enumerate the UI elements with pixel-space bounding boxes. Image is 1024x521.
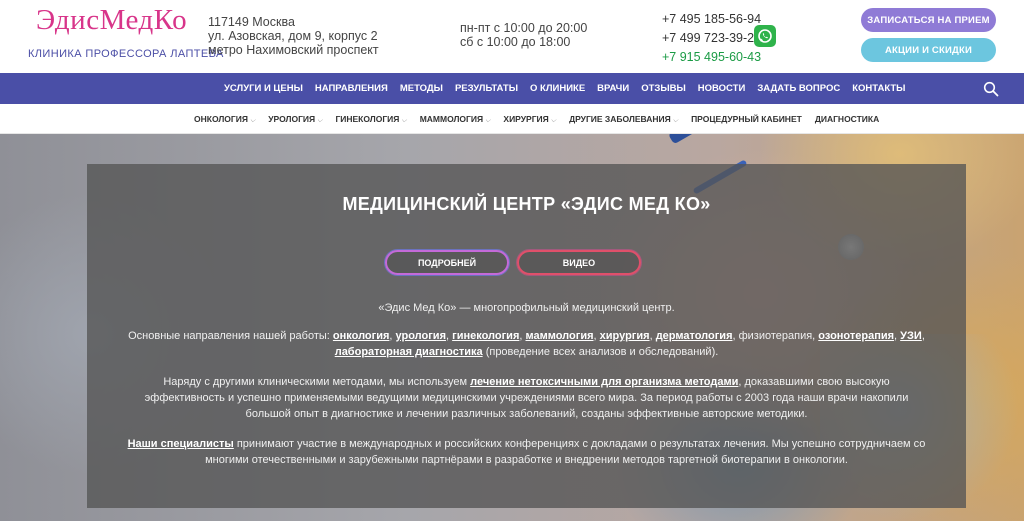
- subnav-item-procedure-room[interactable]: ПРОЦЕДУРНЫЙ КАБИНЕТ: [691, 114, 802, 124]
- link-dermatology[interactable]: дерматология: [656, 330, 733, 342]
- nav-item-contacts[interactable]: КОНТАКТЫ: [852, 83, 905, 94]
- site-tagline: КЛИНИКА ПРОФЕССОРА ЛАПТЕВА: [28, 48, 224, 60]
- phone-number-whatsapp[interactable]: +7 915 495-60-43: [662, 48, 761, 67]
- site-logo[interactable]: ЭдисМедКо: [36, 4, 187, 37]
- nav-item-services[interactable]: УСЛУГИ И ЦЕНЫ: [224, 83, 303, 94]
- link-mammology[interactable]: маммология: [526, 330, 594, 342]
- address-line: ул. Азовская, дом 9, корпус 2: [208, 29, 378, 43]
- promotions-button[interactable]: АКЦИИ И СКИДКИ: [861, 38, 996, 62]
- phone-number[interactable]: +7 495 185-56-94: [662, 10, 761, 29]
- working-hours: пн-пт с 10:00 до 20:00 сб с 10:00 до 18:…: [460, 21, 587, 49]
- hero-overlay-panel: МЕДИЦИНСКИЙ ЦЕНТР «ЭДИС МЕД КО» ПОДРОБНЕ…: [87, 164, 966, 508]
- phone-number[interactable]: +7 499 723-39-28: [662, 29, 761, 48]
- chevron-down-icon: ⌵: [550, 116, 557, 124]
- link-urology[interactable]: урология: [396, 330, 446, 342]
- text-fragment: Наряду с другими клиническими методами, …: [163, 376, 471, 388]
- text-fragment: Основные направления нашей работы:: [128, 330, 333, 342]
- link-lab-diagnostics[interactable]: лабораторная диагностика: [335, 346, 483, 358]
- link-ultrasound[interactable]: УЗИ: [900, 330, 922, 342]
- search-icon[interactable]: [983, 81, 999, 97]
- link-specialists[interactable]: Наши специалисты: [128, 438, 234, 450]
- intro-text: «Эдис Мед Ко» — многопрофильный медицинс…: [378, 302, 675, 314]
- subnav-item-diagnostics[interactable]: ДИАГНОСТИКА: [815, 114, 879, 124]
- nav-item-news[interactable]: НОВОСТИ: [698, 83, 746, 94]
- subnav-item-surgery[interactable]: ХИРУРГИЯ ⌵: [503, 114, 556, 125]
- text-fragment: , физиотерапия,: [732, 330, 819, 342]
- video-button[interactable]: ВИДЕО: [517, 250, 641, 275]
- appointment-button[interactable]: ЗАПИСАТЬСЯ НА ПРИЕМ: [861, 8, 996, 32]
- nav-item-directions[interactable]: НАПРАВЛЕНИЯ: [315, 83, 388, 94]
- hours-line: сб с 10:00 до 18:00: [460, 35, 571, 49]
- link-ozone-therapy[interactable]: озонотерапия: [818, 330, 894, 342]
- subnav-item-gynecology[interactable]: ГИНЕКОЛОГИЯ ⌵: [335, 114, 406, 125]
- chevron-down-icon: ⌵: [249, 116, 256, 124]
- nav-item-results[interactable]: РЕЗУЛЬТАТЫ: [455, 83, 518, 94]
- whatsapp-icon[interactable]: [754, 25, 776, 47]
- chevron-down-icon: ⌵: [672, 116, 679, 124]
- nav-item-methods[interactable]: МЕТОДЫ: [400, 83, 443, 94]
- subnav-item-urology[interactable]: УРОЛОГИЯ ⌵: [268, 114, 322, 125]
- hero-title: МЕДИЦИНСКИЙ ЦЕНТР «ЭДИС МЕД КО»: [342, 194, 711, 214]
- clinic-address: 117149 Москва ул. Азовская, дом 9, корпу…: [208, 15, 379, 57]
- subnav-item-other-diseases[interactable]: ДРУГИЕ ЗАБОЛЕВАНИЯ ⌵: [569, 114, 678, 125]
- chevron-down-icon: ⌵: [485, 116, 491, 124]
- link-surgery[interactable]: хирургия: [600, 330, 650, 342]
- hours-line: пн-пт с 10:00 до 20:00: [460, 21, 588, 35]
- chevron-down-icon: ⌵: [317, 116, 323, 124]
- address-line: метро Нахимовский проспект: [208, 43, 379, 57]
- link-nontoxic-methods[interactable]: лечение нетоксичными для организма метод…: [470, 376, 738, 388]
- address-line: 117149 Москва: [208, 15, 295, 29]
- more-button[interactable]: ПОДРОБНЕЙ: [385, 250, 509, 275]
- subnav-item-mammology[interactable]: МАММОЛОГИЯ ⌵: [420, 114, 491, 125]
- nav-item-about[interactable]: О КЛИНИКЕ: [530, 83, 585, 94]
- link-gynecology[interactable]: гинекология: [452, 330, 519, 342]
- text-fragment: (проведение всех анализов и обследований…: [482, 346, 719, 358]
- subnav-item-oncology[interactable]: ОНКОЛОГИЯ ⌵: [194, 114, 255, 125]
- hero-photo-detail: [668, 134, 752, 145]
- nav-item-reviews[interactable]: ОТЗЫВЫ: [641, 83, 686, 94]
- site-header: ЭдисМедКо КЛИНИКА ПРОФЕССОРА ЛАПТЕВА 117…: [0, 0, 1024, 73]
- text-fragment: принимают участие в международных и росс…: [205, 438, 926, 466]
- link-oncology[interactable]: онкология: [333, 330, 390, 342]
- specialists-text: Наши специалисты принимают участие в меж…: [127, 436, 926, 468]
- phone-list: +7 495 185-56-94 +7 499 723-39-28 +7 915…: [662, 10, 761, 67]
- main-nav: УСЛУГИ И ЦЕНЫ НАПРАВЛЕНИЯ МЕТОДЫ РЕЗУЛЬТ…: [0, 73, 1024, 104]
- nav-item-doctors[interactable]: ВРАЧИ: [597, 83, 629, 94]
- methods-text: Наряду с другими клиническими методами, …: [127, 374, 926, 422]
- directions-text: Основные направления нашей работы: онкол…: [128, 330, 925, 358]
- chevron-down-icon: ⌵: [401, 116, 407, 124]
- sub-nav: ОНКОЛОГИЯ ⌵ УРОЛОГИЯ ⌵ ГИНЕКОЛОГИЯ ⌵ МАММОЛ…: [0, 104, 1024, 134]
- nav-item-ask-question[interactable]: ЗАДАТЬ ВОПРОС: [757, 83, 840, 94]
